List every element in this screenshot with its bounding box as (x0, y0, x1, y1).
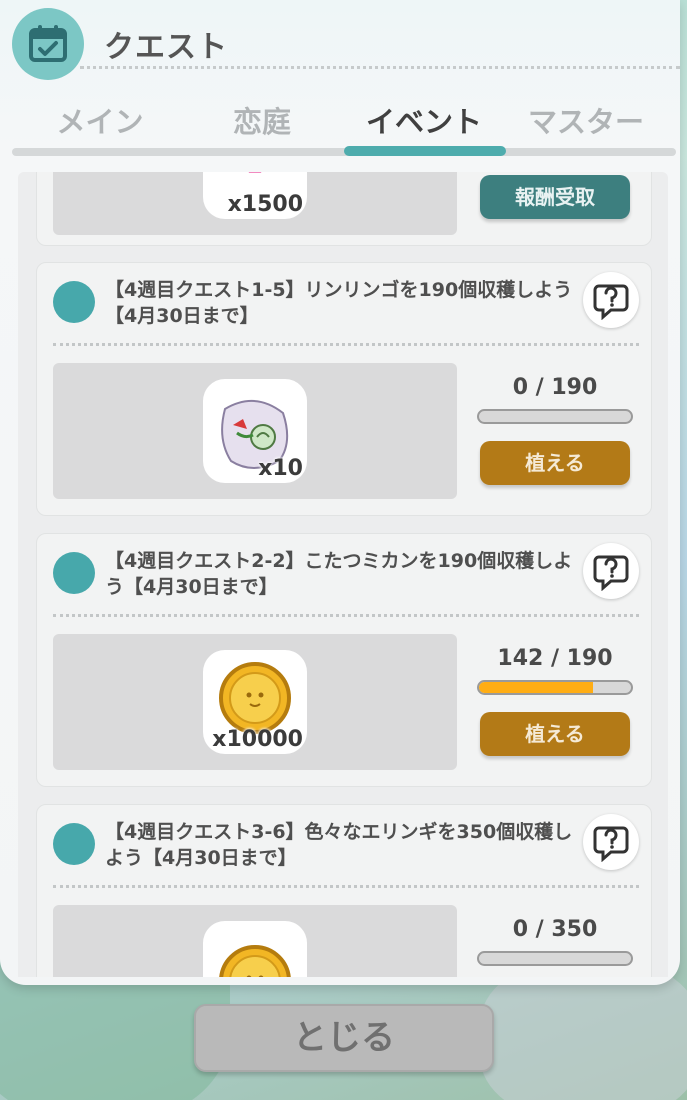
card-divider (53, 343, 639, 346)
card-divider (53, 614, 639, 617)
claim-reward-button[interactable]: 報酬受取 (480, 175, 630, 219)
quest-panel: クエスト メイン 恋庭 イベント マスター x1500 報酬受取 【4週目クエス… (0, 0, 680, 985)
tab-main[interactable]: メイン (20, 100, 180, 144)
panel-header: クエスト (0, 0, 680, 90)
reward-box: x10000 (53, 634, 457, 770)
card-divider (53, 885, 639, 888)
reward-box: x10 (53, 363, 457, 499)
quest-card-header: 【4週目クエスト2-2】こたつミカンを190個収穫しよう【4月30日まで】 (37, 534, 653, 614)
close-button[interactable]: とじる (194, 1004, 494, 1072)
help-button[interactable] (583, 272, 639, 328)
progress-text: 0 / 190 (512, 375, 598, 400)
plant-button[interactable]: 植える (480, 712, 630, 756)
item-quantity: x10 (258, 456, 303, 481)
progress-text: 142 / 190 (497, 646, 613, 671)
item-quantity: x1500 (227, 192, 303, 217)
calendar-icon (12, 8, 84, 80)
quest-card: 【4週目クエスト2-2】こたつミカンを190個収穫しよう【4月30日まで】 x1… (36, 533, 652, 787)
progress-bar (477, 409, 633, 424)
reward-box: x1500 (53, 172, 457, 235)
tab-bar: メイン 恋庭 イベント マスター (12, 100, 676, 156)
active-tab-indicator (344, 146, 506, 156)
tab-koniwa[interactable]: 恋庭 (182, 100, 342, 144)
quest-card-header: 【4週目クエスト3-6】色々なエリンギを350個収穫しよう【4月30日まで】 (37, 805, 653, 885)
tab-master[interactable]: マスター (506, 100, 666, 144)
quest-list[interactable]: x1500 報酬受取 【4週目クエスト1-5】リンリンゴを190個収穫しよう【4… (18, 172, 668, 977)
item-tile: x10 (203, 379, 307, 483)
reward-box (53, 905, 457, 977)
item-tile: x10000 (203, 650, 307, 754)
plant-button[interactable]: 植える (480, 441, 630, 485)
question-icon (593, 826, 629, 862)
tab-event[interactable]: イベント (344, 100, 504, 144)
page-title: クエスト (104, 30, 228, 65)
item-quantity: x10000 (212, 727, 303, 752)
gold-coin-icon (219, 945, 291, 977)
item-tile: x1500 (203, 172, 307, 219)
progress-text: 0 / 350 (512, 917, 598, 942)
quest-title: 【4週目クエスト1-5】リンリンゴを190個収穫しよう【4月30日まで】 (105, 279, 573, 327)
question-icon (593, 284, 629, 320)
help-button[interactable] (583, 814, 639, 870)
quest-card-header: 【4週目クエスト1-5】リンリンゴを190個収穫しよう【4月30日まで】 (37, 263, 653, 343)
progress-bar (477, 951, 633, 966)
quest-card-partial: x1500 報酬受取 (36, 172, 652, 246)
header-divider (80, 66, 680, 69)
status-dot (53, 281, 95, 323)
item-tile (203, 921, 307, 977)
status-dot (53, 552, 95, 594)
quest-card: 【4週目クエスト1-5】リンリンゴを190個収穫しよう【4月30日まで】 x10… (36, 262, 652, 516)
question-icon (593, 555, 629, 591)
progress-bar (477, 680, 633, 695)
progress-fill (479, 682, 593, 693)
quest-card: 【4週目クエスト3-6】色々なエリンギを350個収穫しよう【4月30日まで】 0… (36, 804, 652, 977)
quest-title: 【4週目クエスト2-2】こたつミカンを190個収穫しよう【4月30日まで】 (105, 550, 573, 598)
status-dot (53, 823, 95, 865)
help-button[interactable] (583, 543, 639, 599)
quest-title: 【4週目クエスト3-6】色々なエリンギを350個収穫しよう【4月30日まで】 (105, 821, 573, 869)
